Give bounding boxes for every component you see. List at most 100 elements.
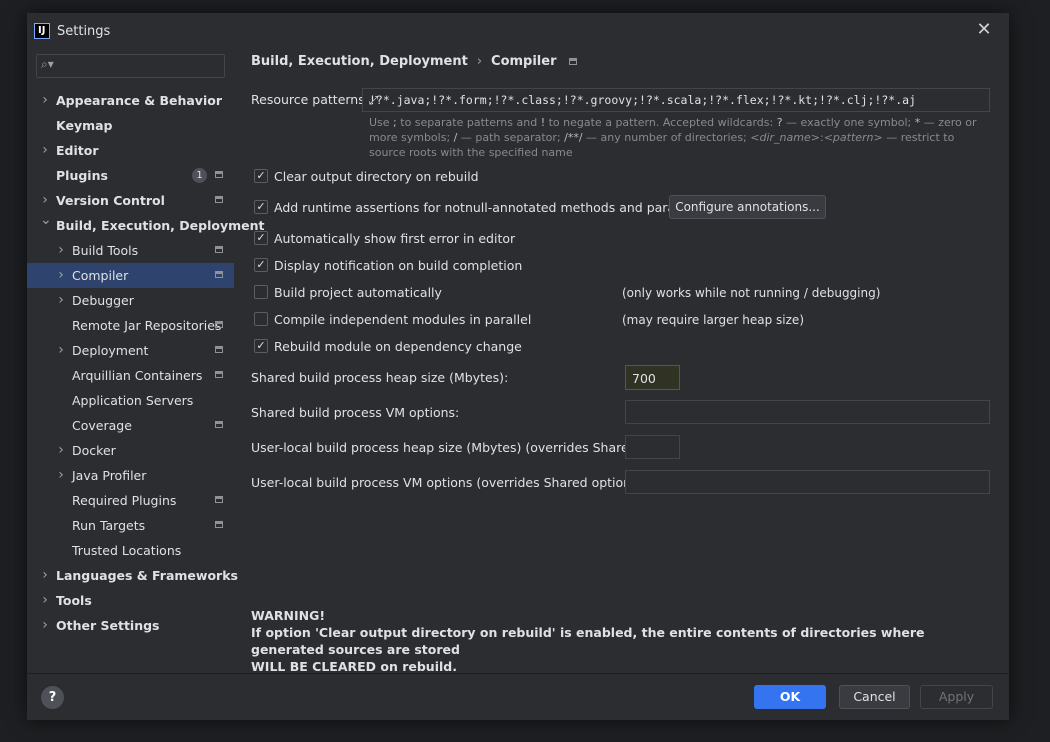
warning-message: WARNING! If option 'Clear output directo… xyxy=(251,607,991,675)
sidebar-item-label: Deployment xyxy=(72,343,149,358)
rebuild-on-dependency-checkbox[interactable]: ✓ xyxy=(254,339,268,353)
sidebar-item-label: Languages & Frameworks xyxy=(56,568,238,583)
sidebar-item-label: Keymap xyxy=(56,118,113,133)
sidebar-item-docker[interactable]: › Docker xyxy=(27,438,234,463)
settings-dialog: IJ Settings ✕ ⌕▾ › Appearance & Behavior K… xyxy=(27,13,1009,720)
sidebar-item-label: Coverage xyxy=(72,418,132,433)
sidebar-item-label: Trusted Locations xyxy=(72,543,182,558)
build-automatically-label: Build project automatically xyxy=(274,285,442,300)
sidebar-item-label: Run Targets xyxy=(72,518,146,533)
update-count-badge: 1 xyxy=(192,168,207,183)
sidebar-item-keymap[interactable]: Keymap xyxy=(27,113,234,138)
sidebar-item-remote-jar-repositories[interactable]: Remote Jar Repositories xyxy=(27,313,234,338)
shared-heap-input[interactable]: 700 xyxy=(625,365,680,390)
resource-patterns-hint: Use ; to separate patterns and ! to nega… xyxy=(369,116,977,159)
sidebar-item-build-tools[interactable]: › Build Tools xyxy=(27,238,234,263)
project-scope-icon xyxy=(215,371,223,378)
chevron-right-icon[interactable]: › xyxy=(40,613,50,638)
parallel-compile-label: Compile independent modules in parallel xyxy=(274,312,532,327)
resource-patterns-input[interactable]: !?*.java;!?*.form;!?*.class;!?*.groovy;!… xyxy=(362,88,990,112)
sidebar-item-label: Compiler xyxy=(72,268,129,283)
sidebar-item-editor[interactable]: › Editor xyxy=(27,138,234,163)
chevron-right-icon[interactable]: › xyxy=(40,588,50,613)
show-first-error-checkbox[interactable]: ✓ xyxy=(254,231,268,245)
build-automatically-note: (only works while not running / debuggin… xyxy=(622,286,881,300)
sidebar-item-label: Arquillian Containers xyxy=(72,368,203,383)
runtime-assertions-checkbox[interactable]: ✓ xyxy=(254,200,268,214)
project-scope-icon xyxy=(215,246,223,253)
chevron-down-icon[interactable]: ⌄ xyxy=(40,208,52,233)
shared-heap-label: Shared build process heap size (Mbytes): xyxy=(251,370,509,385)
local-vm-options-input[interactable] xyxy=(625,470,990,494)
project-scope-icon xyxy=(568,58,577,65)
sidebar-item-appearance-behavior[interactable]: › Appearance & Behavior xyxy=(27,88,234,113)
configure-annotations-button[interactable]: Configure annotations... xyxy=(669,195,826,219)
project-scope-icon xyxy=(215,346,223,353)
footer-divider xyxy=(27,673,1009,674)
sidebar-item-label: Required Plugins xyxy=(72,493,177,508)
project-scope-icon xyxy=(215,521,223,528)
settings-tree: › Appearance & Behavior Keymap › Editor Plugi… xyxy=(27,88,264,638)
sidebar-item-compiler[interactable]: › Compiler xyxy=(27,263,234,288)
sidebar-item-java-profiler[interactable]: › Java Profiler xyxy=(27,463,234,488)
project-scope-icon xyxy=(215,196,223,203)
build-notification-checkbox[interactable]: ✓ xyxy=(254,258,268,272)
sidebar-item-languages-frameworks[interactable]: › Languages & Frameworks xyxy=(27,563,238,588)
build-automatically-checkbox[interactable] xyxy=(254,285,268,299)
sidebar-item-label: Application Servers xyxy=(72,393,194,408)
sidebar-item-coverage[interactable]: Coverage xyxy=(27,413,234,438)
chevron-right-icon[interactable]: › xyxy=(40,138,50,163)
cancel-button[interactable]: Cancel xyxy=(839,685,910,709)
search-icon: ⌕▾ xyxy=(41,57,54,71)
chevron-right-icon[interactable]: › xyxy=(56,463,66,488)
sidebar-item-run-targets[interactable]: Run Targets xyxy=(27,513,234,538)
chevron-right-icon[interactable]: › xyxy=(40,563,50,588)
sidebar-item-plugins[interactable]: Plugins 1 xyxy=(27,163,234,188)
parallel-compile-note: (may require larger heap size) xyxy=(622,313,804,327)
sidebar-item-debugger[interactable]: › Debugger xyxy=(27,288,234,313)
apply-button[interactable]: Apply xyxy=(920,685,993,709)
sidebar-item-label: Version Control xyxy=(56,193,165,208)
sidebar-item-label: Remote Jar Repositories xyxy=(72,318,222,333)
local-heap-input[interactable] xyxy=(625,435,680,459)
parallel-compile-checkbox[interactable] xyxy=(254,312,268,326)
sidebar-item-application-servers[interactable]: Application Servers xyxy=(27,388,234,413)
sidebar-item-required-plugins[interactable]: Required Plugins xyxy=(27,488,234,513)
close-icon[interactable]: ✕ xyxy=(972,19,996,43)
shared-vm-options-label: Shared build process VM options: xyxy=(251,405,460,420)
window-title: Settings xyxy=(57,24,111,39)
sidebar-item-version-control[interactable]: › Version Control xyxy=(27,188,234,213)
chevron-right-icon[interactable]: › xyxy=(56,288,66,313)
search-field[interactable]: ⌕▾ xyxy=(36,54,225,78)
sidebar-item-deployment[interactable]: › Deployment xyxy=(27,338,234,363)
chevron-right-icon[interactable]: › xyxy=(56,238,66,263)
sidebar-item-other-settings[interactable]: › Other Settings xyxy=(27,613,234,638)
chevron-right-icon[interactable]: › xyxy=(56,438,66,463)
search-input[interactable] xyxy=(61,57,225,77)
breadcrumb: Build, Execution, Deployment › Compiler xyxy=(251,54,577,69)
chevron-right-icon[interactable]: › xyxy=(40,88,50,113)
sidebar-item-label: Docker xyxy=(72,443,116,458)
clear-output-label: Clear output directory on rebuild xyxy=(274,169,479,184)
breadcrumb-part-build[interactable]: Build, Execution, Deployment xyxy=(251,54,468,69)
shared-heap-value: 700 xyxy=(632,371,656,386)
show-first-error-label: Automatically show first error in editor xyxy=(274,231,516,246)
app-logo-icon: IJ xyxy=(34,23,50,39)
sidebar-item-label: Build Tools xyxy=(72,243,139,258)
shared-vm-options-input[interactable] xyxy=(625,400,990,424)
sidebar-item-arquillian-containers[interactable]: Arquillian Containers xyxy=(27,363,234,388)
chevron-right-icon[interactable]: › xyxy=(56,338,66,363)
help-icon[interactable]: ? xyxy=(41,686,64,709)
sidebar-item-tools[interactable]: › Tools xyxy=(27,588,234,613)
sidebar-item-label: Plugins xyxy=(56,168,108,183)
resource-patterns-label: Resource patterns: xyxy=(251,92,369,107)
warning-title: WARNING! xyxy=(251,608,326,623)
expand-icon[interactable]: ⤢ xyxy=(369,93,983,108)
sidebar-item-label: Java Profiler xyxy=(72,468,147,483)
sidebar-item-trusted-locations[interactable]: Trusted Locations xyxy=(27,538,234,563)
ok-button[interactable]: OK xyxy=(754,685,826,709)
breadcrumb-separator: › xyxy=(476,54,483,69)
chevron-right-icon[interactable]: › xyxy=(56,263,66,288)
clear-output-checkbox[interactable]: ✓ xyxy=(254,169,268,183)
sidebar-item-build-execution-deployment[interactable]: ⌄ Build, Execution, Deployment xyxy=(27,212,264,238)
